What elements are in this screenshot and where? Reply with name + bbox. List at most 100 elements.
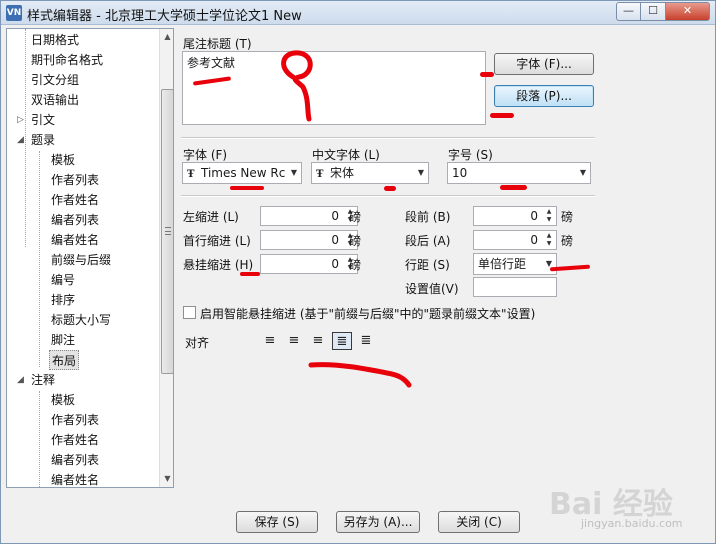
tree-item-label: 模板 [51,153,76,167]
tree-guide-line [39,151,40,367]
tree-item-sorting[interactable]: 排序 [51,290,75,310]
tree-item-bilingual-output[interactable]: 双语输出 [31,90,79,110]
first-indent-label: 首行缩进 (L) [183,234,251,248]
collapse-arrow-icon[interactable]: ◢ [17,375,24,385]
space-after-value: 0 [530,233,538,247]
tree-item-label: 日期格式 [31,33,80,47]
annotation-mark [230,186,264,190]
tree-item-label: 引文 [31,113,56,127]
expand-arrow-icon[interactable]: ▷ [17,115,24,125]
hanging-indent-stepper[interactable]: 0 ▲ ▼ [260,254,358,274]
annotation-mark [490,113,514,118]
hanging-indent-label: 悬挂缩进 (H) [183,258,254,272]
style-tree[interactable]: 日期格式 期刊命名格式 引文分组 双语输出 ▷ 引文 ◢ 题录 模板 作者列表 … [6,28,174,488]
smart-hang-label: 启用智能悬挂缩进 (基于"前缀与后缀"中的"题录前缀文本"设置) [200,307,536,321]
align-right-icon[interactable]: ≡ [308,332,328,350]
tree-item-template[interactable]: 模板 [51,150,75,170]
grip-icon [165,227,171,235]
chevron-down-icon: ▼ [290,168,297,177]
tree-item-label: 前缀与后缀 [51,253,112,267]
first-indent-value: 0 [331,233,339,247]
close-window-button[interactable]: ✕ [666,2,710,21]
tree-item-author-list[interactable]: 作者列表 [51,410,99,430]
endnote-title-input[interactable]: 参考文献 [182,51,486,125]
cn-font-label: 中文字体 (L) [312,148,380,162]
tree-item-date-format[interactable]: 日期格式 [31,30,79,50]
space-after-stepper[interactable]: 0 ▲ ▼ [473,230,557,250]
tree-item-author-list[interactable]: 作者列表 [51,170,99,190]
tree-item-footnote[interactable]: 脚注 [51,330,75,350]
tree-item-citation[interactable]: 引文 [31,110,55,130]
size-label: 字号 (S) [448,148,493,162]
save-as-button[interactable]: 另存为 (A)... [336,511,420,533]
tree-item-editor-name[interactable]: 编者姓名 [51,230,99,250]
scroll-thumb[interactable] [161,89,173,374]
annotation-underline [308,362,412,388]
separator [181,137,595,139]
annotation-mark [500,185,527,190]
align-justify-icon[interactable]: ≣ [332,332,352,350]
cn-font-value: 宋体 [330,166,355,180]
font-label: 字体 (F) [183,148,228,162]
tree-item-label: 注释 [31,373,56,387]
tree-item-notes[interactable]: 注释 [31,370,55,390]
tree-item-label: 编者姓名 [51,473,100,487]
tree-scrollbar[interactable]: ▲ ▼ [159,29,173,487]
tree-item-journal-naming[interactable]: 期刊命名格式 [31,50,103,70]
hanging-indent-value: 0 [331,257,339,271]
tree-item-author-name[interactable]: 作者姓名 [51,190,99,210]
left-indent-value: 0 [331,209,339,223]
truetype-icon: Ŧ [187,169,195,180]
tree-item-label: 双语输出 [31,93,80,107]
tree-item-author-name[interactable]: 作者姓名 [51,430,99,450]
smart-hang-checkbox[interactable] [183,306,196,319]
collapse-arrow-icon[interactable]: ◢ [17,135,24,145]
tree-item-title-case[interactable]: 标题大小写 [51,310,111,330]
spin-arrows-icon[interactable]: ▲ ▼ [543,232,555,248]
setting-value-input[interactable] [473,277,557,297]
size-select[interactable]: 10 ▼ [447,162,591,184]
align-distribute-icon[interactable]: ≣ [356,332,376,350]
annotation-scribble [281,50,313,122]
tree-item-editor-list[interactable]: 编者列表 [51,210,99,230]
spin-arrows-icon[interactable]: ▲ ▼ [543,208,555,224]
align-center-icon[interactable]: ≡ [284,332,304,350]
minimize-button[interactable]: — [616,2,641,21]
separator [181,195,595,197]
space-before-label: 段前 (B) [405,210,451,224]
tree-item-label: 期刊命名格式 [31,53,104,67]
tree-item-editor-name[interactable]: 编者姓名 [51,470,100,487]
close-button[interactable]: 关闭 (C) [438,511,520,533]
left-indent-stepper[interactable]: 0 ▲ ▼ [260,206,358,226]
scroll-up-icon[interactable]: ▲ [160,29,173,45]
line-spacing-select[interactable]: 单倍行距 ▼ [473,253,557,275]
align-left-icon[interactable]: ≡ [260,332,280,350]
title-bar[interactable]: VN 样式编辑器 - 北京理工大学硕士学位论文1 New — ☐ ✕ [1,1,715,25]
cn-font-select[interactable]: Ŧ 宋体 ▼ [311,162,429,184]
font-value: Times New Rc [201,166,286,180]
space-before-value: 0 [530,209,538,223]
unit-label: 磅 [561,234,574,248]
space-after-label: 段后 (A) [405,234,451,248]
tree-item-template[interactable]: 模板 [51,390,75,410]
paragraph-button[interactable]: 段落 (P)... [494,85,594,107]
tree-item-numbering[interactable]: 编号 [51,270,75,290]
tree-item-label: 编号 [51,273,76,287]
line-spacing-value: 单倍行距 [478,257,527,271]
font-button[interactable]: 字体 (F)... [494,53,594,75]
unit-label: 磅 [349,210,362,224]
scroll-down-icon[interactable]: ▼ [160,471,173,487]
tree-item-prefix-suffix[interactable]: 前缀与后缀 [51,250,111,270]
unit-label: 磅 [349,258,362,272]
first-indent-stepper[interactable]: 0 ▲ ▼ [260,230,358,250]
chevron-down-icon: ▼ [579,168,586,177]
tree-item-label: 脚注 [51,333,76,347]
maximize-button[interactable]: ☐ [641,2,666,21]
tree-item-bibliography[interactable]: 题录 [31,130,55,150]
save-button[interactable]: 保存 (S) [236,511,318,533]
font-select[interactable]: Ŧ Times New Rc ▼ [182,162,302,184]
space-before-stepper[interactable]: 0 ▲ ▼ [473,206,557,226]
tree-item-layout[interactable]: 布局 [49,350,80,370]
tree-item-editor-list[interactable]: 编者列表 [51,450,99,470]
tree-item-citation-grouping[interactable]: 引文分组 [31,70,79,90]
